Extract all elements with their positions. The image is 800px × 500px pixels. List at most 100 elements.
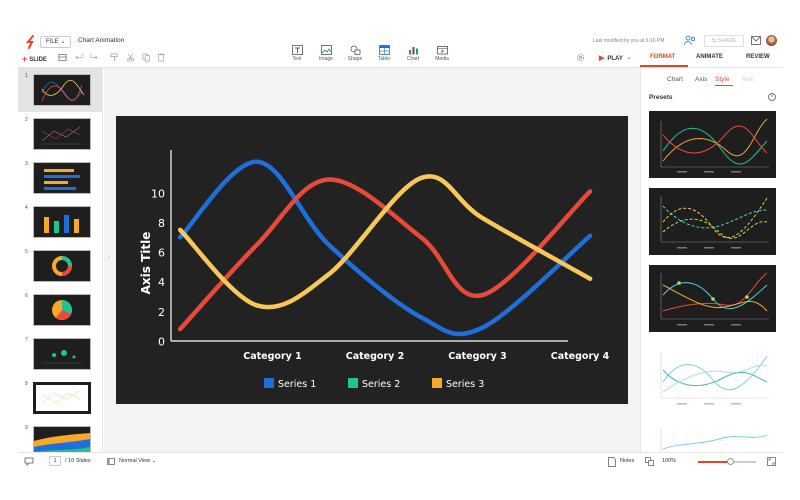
add-slide-button[interactable]: + SLIDE bbox=[22, 54, 47, 64]
insert-table-label: Table bbox=[378, 56, 390, 62]
play-options-chevron-icon[interactable]: ⌄ bbox=[626, 53, 632, 61]
current-slide[interactable]: 0 2 4 6 8 10 Category 1 Category 2 Category 3 Ca… bbox=[116, 116, 628, 404]
insert-chart-button[interactable]: Chart bbox=[402, 45, 424, 62]
notes-icon bbox=[608, 457, 616, 467]
preset-style-5[interactable] bbox=[649, 419, 776, 452]
active-tab-indicator bbox=[640, 65, 688, 67]
y-tick-label: 6 bbox=[158, 247, 165, 260]
zoom-slider-handle[interactable] bbox=[726, 458, 734, 465]
zoom-slider[interactable] bbox=[698, 458, 756, 465]
slide-thumbnail-4[interactable]: 4 bbox=[18, 200, 102, 244]
x-tick-label: Category 2 bbox=[346, 351, 405, 362]
zoom-level-text: 100% bbox=[662, 458, 677, 464]
slide-preview bbox=[33, 382, 91, 414]
legend-label: Series 1 bbox=[278, 379, 316, 390]
series-line-1[interactable] bbox=[177, 159, 593, 337]
close-icon[interactable]: × bbox=[768, 93, 776, 101]
user-avatar[interactable] bbox=[766, 35, 777, 46]
y-axis-title: Axis Title bbox=[139, 232, 153, 295]
view-icon bbox=[107, 458, 115, 465]
slide-number: 7 bbox=[25, 337, 28, 343]
insert-text-label: Text bbox=[292, 56, 302, 62]
undo-icon[interactable] bbox=[75, 53, 84, 62]
preset-style-4[interactable] bbox=[649, 342, 776, 409]
insert-table-button[interactable]: Table bbox=[373, 45, 395, 62]
slide-thumbnail-7[interactable]: 7 bbox=[18, 332, 102, 376]
insert-shape-button[interactable]: Shape bbox=[344, 45, 366, 62]
collapse-left-chevron-icon[interactable]: ‹ bbox=[108, 254, 110, 261]
slide-thumbnail-5[interactable]: 5 bbox=[18, 244, 102, 288]
slide-number: 5 bbox=[25, 249, 28, 255]
view-mode-label: Normal View bbox=[119, 458, 151, 464]
plus-icon: + bbox=[22, 54, 28, 64]
slide-thumbnail-3[interactable]: 3 bbox=[18, 156, 102, 200]
preset-style-3[interactable] bbox=[649, 265, 776, 332]
insert-text-button[interactable]: Text bbox=[286, 45, 308, 62]
slide-preview bbox=[33, 250, 91, 282]
settings-gear-icon[interactable] bbox=[576, 53, 585, 62]
chevron-down-icon: ⌄ bbox=[60, 39, 66, 45]
slide-canvas-area[interactable]: 0 2 4 6 8 10 Category 1 Category 2 Category 3 Ca… bbox=[104, 68, 640, 452]
y-tick-label: 4 bbox=[158, 276, 165, 289]
redo-icon[interactable] bbox=[89, 53, 98, 62]
x-tick-label: Category 3 bbox=[448, 351, 507, 362]
line-chart[interactable]: 0 2 4 6 8 10 Category 1 Category 2 Category 3 Ca… bbox=[116, 116, 628, 404]
series-line-3[interactable] bbox=[177, 174, 593, 310]
slide-number: 3 bbox=[25, 161, 28, 167]
file-menu-button[interactable]: FILE ⌄ bbox=[40, 36, 72, 48]
slide-thumbnails-panel[interactable]: 1 2 3 4 5 6 7 8 9 bbox=[18, 68, 103, 452]
collaborators-icon[interactable] bbox=[684, 35, 697, 46]
legend-swatch bbox=[432, 378, 442, 388]
page-number-input[interactable]: 1 bbox=[49, 456, 61, 466]
layout-icon[interactable] bbox=[58, 53, 67, 62]
format-painter-icon[interactable] bbox=[110, 53, 119, 62]
presets-heading: Presets bbox=[649, 94, 673, 101]
series-line-2[interactable] bbox=[177, 177, 593, 332]
y-tick-label: 2 bbox=[158, 306, 165, 319]
table-icon bbox=[378, 45, 390, 55]
y-tick-label: 8 bbox=[158, 217, 165, 230]
app-logo-icon bbox=[25, 35, 34, 49]
document-title[interactable]: Chart Animation bbox=[78, 37, 124, 44]
paste-icon[interactable] bbox=[157, 53, 166, 62]
notes-button[interactable]: Notes bbox=[620, 458, 634, 464]
mail-icon[interactable] bbox=[751, 36, 761, 45]
play-icon: ▶ bbox=[599, 55, 605, 62]
insert-media-button[interactable]: Media bbox=[431, 45, 453, 62]
chart-legend: Series 1 Series 2 Series 3 bbox=[264, 378, 484, 390]
media-icon bbox=[436, 46, 448, 55]
slide-number: 9 bbox=[25, 425, 28, 431]
chart-icon bbox=[408, 47, 418, 55]
subtab-axis[interactable]: Axis bbox=[695, 76, 707, 83]
image-icon bbox=[320, 45, 332, 55]
top-toolbar: FILE ⌄ Chart Animation + SLIDE Text Image… bbox=[18, 30, 783, 68]
insert-image-button[interactable]: Image bbox=[315, 45, 337, 62]
fullscreen-icon[interactable] bbox=[767, 457, 776, 466]
subtab-chart[interactable]: Chart bbox=[667, 76, 683, 83]
preset-style-1[interactable] bbox=[649, 111, 776, 178]
comment-icon[interactable] bbox=[24, 457, 34, 466]
subtab-text: Text bbox=[741, 76, 753, 83]
cut-icon[interactable] bbox=[126, 53, 135, 62]
zoom-slider-fill bbox=[698, 461, 730, 463]
slide-thumbnail-2[interactable]: 2 bbox=[18, 112, 102, 156]
tab-format[interactable]: FORMAT bbox=[650, 54, 675, 60]
slide-thumbnail-9[interactable]: 9 bbox=[18, 420, 102, 452]
slide-thumbnail-6[interactable]: 6 bbox=[18, 288, 102, 332]
text-icon bbox=[291, 45, 303, 55]
preset-style-2[interactable] bbox=[649, 188, 776, 255]
slide-thumbnail-8[interactable]: 8 bbox=[18, 376, 102, 420]
copy-icon[interactable] bbox=[142, 53, 151, 62]
slide-thumbnail-1[interactable]: 1 bbox=[18, 68, 102, 112]
insert-shape-label: Shape bbox=[347, 56, 363, 62]
insert-media-label: Media bbox=[435, 56, 449, 62]
share-button[interactable]: ⇆ SHARE bbox=[704, 35, 744, 47]
play-button[interactable]: ▶ PLAY bbox=[599, 54, 623, 62]
tab-animate[interactable]: ANIMATE bbox=[696, 54, 723, 60]
slide-number: 2 bbox=[25, 117, 28, 123]
tab-review[interactable]: REVIEW bbox=[746, 54, 770, 60]
play-label: PLAY bbox=[607, 56, 623, 62]
subtab-style[interactable]: Style bbox=[715, 76, 729, 83]
fit-screen-icon[interactable] bbox=[645, 457, 654, 466]
view-mode-dropdown[interactable]: Normal View ⌄ bbox=[119, 458, 156, 464]
